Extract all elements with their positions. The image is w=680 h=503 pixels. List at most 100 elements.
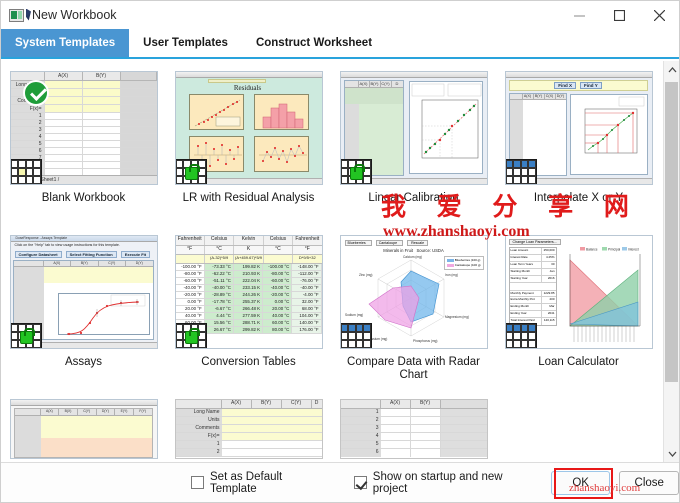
template-label: Blank Workbook	[41, 192, 126, 204]
template-label: Assays	[64, 356, 103, 368]
table-cell: 176.00 °F	[292, 327, 322, 333]
template-item-compare-data-with-radar-chart[interactable]: Blueberries Cantaloupe Rescale Minerals …	[331, 233, 496, 397]
template-item-partial-2[interactable]: A(X) B(Y) C(Y) D Long Name Units Comment…	[166, 397, 331, 462]
template-thumbnail: A(X) B(Y) C(Y) D	[339, 71, 488, 185]
checkbox-box[interactable]	[353, 476, 367, 489]
table-cell: 20.00 °F	[175, 306, 205, 312]
checkbox-box[interactable]	[191, 476, 204, 489]
template-row: A(X)B(Y) Long Name Units Comments F(x)= …	[1, 69, 663, 233]
table-cell: 32.00 °F	[292, 299, 322, 305]
template-thumbnail: A(X) B(X) C(Y) D(Y) E(Y) F(Y)	[9, 399, 158, 459]
template-gallery: A(X)B(Y) Long Name Units Comments F(x)= …	[1, 61, 679, 462]
template-label: Conversion Tables	[201, 356, 296, 368]
template-type-badge-icon	[10, 323, 42, 348]
new-workbook-dialog: New Workbook System Templates User Templ…	[0, 0, 680, 503]
template-label: LR with Residual Analysis	[182, 192, 315, 204]
table-cell: 266.48 K	[233, 306, 264, 312]
table-cell: 60.00 °C	[263, 320, 293, 326]
scrollbar-track[interactable]	[664, 78, 679, 445]
template-type-badge-icon	[175, 159, 207, 184]
table-cell: 0.00 °C	[263, 299, 293, 305]
template-item-partial-1[interactable]: A(X) B(X) C(Y) D(Y) E(Y) F(Y)	[1, 397, 166, 462]
tab-system-templates[interactable]: System Templates	[1, 29, 130, 57]
table-row: -60.00 °F -51.11 °C 222.04 K -60.00 °C -76.0…	[175, 278, 322, 285]
set-as-default-template-label: Set as Default Template	[210, 470, 283, 495]
table-row: 40.00 °F 4.44 °C 277.59 K 40.00 °C 104.00 °F	[175, 313, 322, 320]
table-cell: 40.00 °C	[263, 313, 293, 319]
template-item-linear-calibration[interactable]: A(X) B(Y) C(Y) D Linear Calibration	[331, 69, 496, 233]
template-row: DoseResponse - Assays Template Click on …	[1, 233, 663, 397]
tab-bar: System Templates User Templates Construc…	[1, 29, 679, 59]
table-cell: -100.00 °C	[263, 264, 293, 270]
table-cell: 222.04 K	[233, 278, 264, 284]
template-item-assays[interactable]: DoseResponse - Assays Template Click on …	[1, 233, 166, 397]
minimize-icon[interactable]	[559, 1, 599, 29]
svg-text:Iron (mg): Iron (mg)	[445, 273, 458, 277]
table-cell: -60.00 °C	[263, 278, 293, 284]
lock-icon	[19, 328, 35, 344]
svg-text:Balance: Balance	[586, 248, 598, 252]
tab-user-templates-label: User Templates	[143, 37, 228, 49]
template-thumbnail: Blueberries Cantaloupe Rescale Minerals …	[339, 235, 488, 349]
table-cell: 244.26 K	[233, 292, 264, 298]
template-item-lr-with-residual-analysis[interactable]: Residuals LR with Residual Analysis	[166, 69, 331, 233]
scroll-down-icon[interactable]	[664, 445, 679, 462]
table-row: 20.00 °F -6.67 °C 266.48 K 20.00 °C 68.00 °F	[175, 306, 322, 313]
tab-user-templates[interactable]: User Templates	[129, 29, 242, 57]
table-cell: -20.00 °C	[263, 292, 293, 298]
lock-icon	[184, 328, 200, 344]
table-cell: 199.82 K	[233, 264, 264, 270]
tab-construct-worksheet[interactable]: Construct Worksheet	[242, 29, 386, 57]
table-cell: -112.00 °F	[292, 271, 322, 277]
tab-system-templates-label: System Templates	[15, 37, 116, 49]
table-cell: 288.71 K	[233, 320, 264, 326]
table-cell: -60.00 °F	[175, 278, 205, 284]
svg-text:Calcium (mg): Calcium (mg)	[403, 255, 422, 259]
table-cell: -100.00 °F	[175, 264, 205, 270]
show-on-startup-label: Show on startup and new project	[372, 470, 503, 495]
table-cell: -40.00 °F	[175, 285, 205, 291]
table-cell: 4.44 °C	[204, 313, 234, 319]
show-on-startup-checkbox[interactable]: Show on startup and new project	[353, 470, 527, 495]
table-cell: 15.56 °C	[204, 320, 234, 326]
scroll-up-icon[interactable]	[664, 61, 679, 78]
template-item-partial-4	[496, 397, 661, 462]
close-button[interactable]: Close	[619, 470, 679, 495]
table-cell: -51.11 °C	[204, 278, 234, 284]
table-cell: 26.67 °C	[204, 327, 234, 333]
close-icon[interactable]	[639, 1, 679, 29]
template-thumbnail: Residuals	[174, 71, 323, 185]
template-type-badge-icon	[505, 323, 537, 348]
template-grid: A(X)B(Y) Long Name Units Comments F(x)= …	[1, 61, 663, 462]
table-cell: 255.37 K	[233, 299, 264, 305]
template-label: Linear Calibration	[368, 192, 459, 204]
scrollbar-thumb[interactable]	[665, 82, 678, 382]
template-label: Interpolate X or Y	[533, 192, 624, 204]
template-type-badge-icon	[175, 323, 207, 348]
template-item-conversion-tables[interactable]: Fahrenheit Celsius Kelvin Celsius Fahren…	[166, 233, 331, 397]
title-bar: New Workbook	[1, 1, 679, 29]
template-item-interpolate-x-or-y[interactable]: Find X Find Y A(X) B(Y) C(X) D(Y) Interp…	[496, 69, 661, 233]
table-cell: -76.00 °F	[292, 278, 322, 284]
table-cell: 104.00 °F	[292, 313, 322, 319]
template-item-blank-workbook[interactable]: A(X)B(Y) Long Name Units Comments F(x)= …	[1, 69, 166, 233]
template-thumbnail: A(X) B(Y) C(Y) D Long Name Units Comment…	[174, 399, 323, 459]
table-cell: -80.00 °C	[263, 271, 293, 277]
set-as-default-template-checkbox[interactable]: Set as Default Template	[191, 471, 322, 495]
template-thumbnail: DoseResponse - Assays Template Click on …	[9, 235, 158, 349]
template-item-loan-calculator[interactable]: Change Loan Parameters... Loan Amount 250…	[496, 233, 661, 397]
app-icon	[9, 8, 31, 22]
vertical-scrollbar[interactable]	[663, 61, 679, 462]
table-cell: 299.82 K	[233, 327, 264, 333]
template-type-badge-icon	[340, 159, 372, 184]
table-cell: -4.00 °F	[292, 292, 322, 298]
template-item-partial-3[interactable]: A(X) B(Y) 1 2 3 4 5 6	[331, 397, 496, 462]
svg-text:Principal: Principal	[608, 248, 621, 252]
close-button-label: Close	[634, 476, 664, 489]
table-cell: -20.00 °F	[175, 292, 205, 298]
table-cell: -6.67 °C	[204, 306, 234, 312]
table-cell: 80.00 °C	[263, 327, 293, 333]
selected-check-icon	[22, 80, 49, 106]
table-cell: 140.00 °F	[292, 320, 322, 326]
maximize-icon[interactable]	[599, 1, 639, 29]
